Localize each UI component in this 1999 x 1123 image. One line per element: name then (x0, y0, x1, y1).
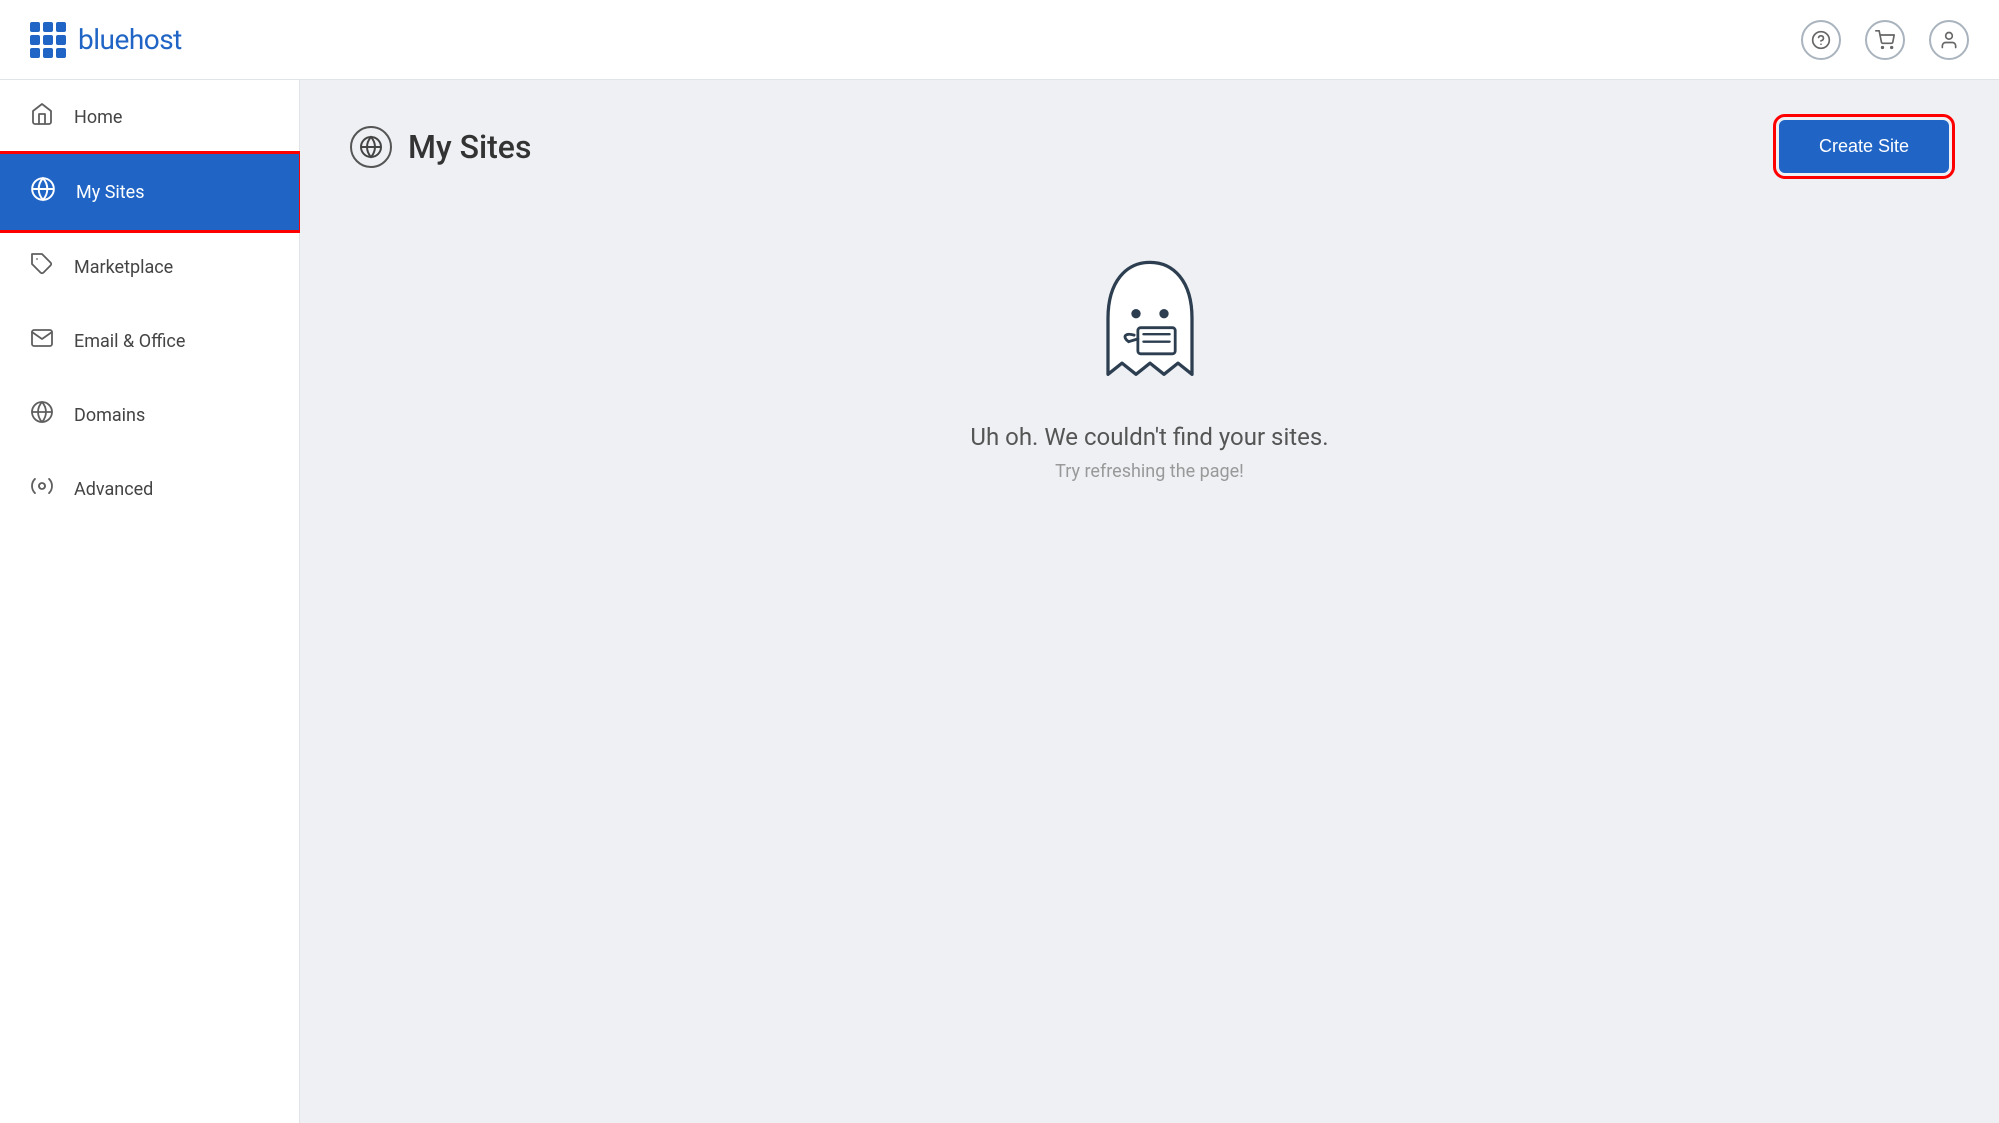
advanced-icon (30, 474, 54, 504)
empty-state-title: Uh oh. We couldn't find your sites. (970, 423, 1328, 451)
sidebar-item-domains[interactable]: Domains (0, 378, 299, 452)
user-icon (1939, 30, 1959, 50)
domains-icon (30, 400, 54, 430)
help-icon (1811, 30, 1831, 50)
sidebar-item-home-label: Home (74, 107, 122, 128)
page-header: My Sites Create Site (350, 120, 1949, 173)
main-content: My Sites Create Site Uh oh. We c (300, 80, 1999, 1123)
sidebar-item-email-office[interactable]: Email & Office (0, 304, 299, 378)
page-title-area: My Sites (350, 126, 531, 168)
sidebar-item-advanced-label: Advanced (74, 479, 153, 500)
sidebar: Home My Sites Marketplace (0, 80, 300, 1123)
logo-area: bluehost (30, 22, 182, 58)
main-layout: Home My Sites Marketplace (0, 80, 1999, 1123)
create-site-button[interactable]: Create Site (1779, 120, 1949, 173)
header-icons (1801, 20, 1969, 60)
sidebar-item-marketplace[interactable]: Marketplace (0, 230, 299, 304)
home-icon (30, 102, 54, 132)
sidebar-item-email-office-label: Email & Office (74, 331, 185, 352)
sidebar-item-marketplace-label: Marketplace (74, 257, 173, 278)
cart-icon (1875, 30, 1895, 50)
user-button[interactable] (1929, 20, 1969, 60)
marketplace-icon (30, 252, 54, 282)
sidebar-item-advanced[interactable]: Advanced (0, 452, 299, 526)
sidebar-item-home[interactable]: Home (0, 80, 299, 154)
page-title: My Sites (408, 128, 531, 166)
sidebar-item-domains-label: Domains (74, 405, 145, 426)
help-button[interactable] (1801, 20, 1841, 60)
logo-grid-icon (30, 22, 66, 58)
wordpress-circle-icon (350, 126, 392, 168)
cart-button[interactable] (1865, 20, 1905, 60)
wordpress-icon (30, 176, 56, 208)
header: bluehost (0, 0, 1999, 80)
email-icon (30, 326, 54, 356)
logo-text: bluehost (78, 23, 182, 56)
sidebar-item-my-sites-label: My Sites (76, 182, 144, 203)
empty-state-subtitle: Try refreshing the page! (1055, 461, 1244, 482)
sidebar-item-my-sites[interactable]: My Sites (0, 154, 299, 230)
empty-state: Uh oh. We couldn't find your sites. Try … (350, 253, 1949, 482)
ghost-illustration (1085, 253, 1215, 393)
